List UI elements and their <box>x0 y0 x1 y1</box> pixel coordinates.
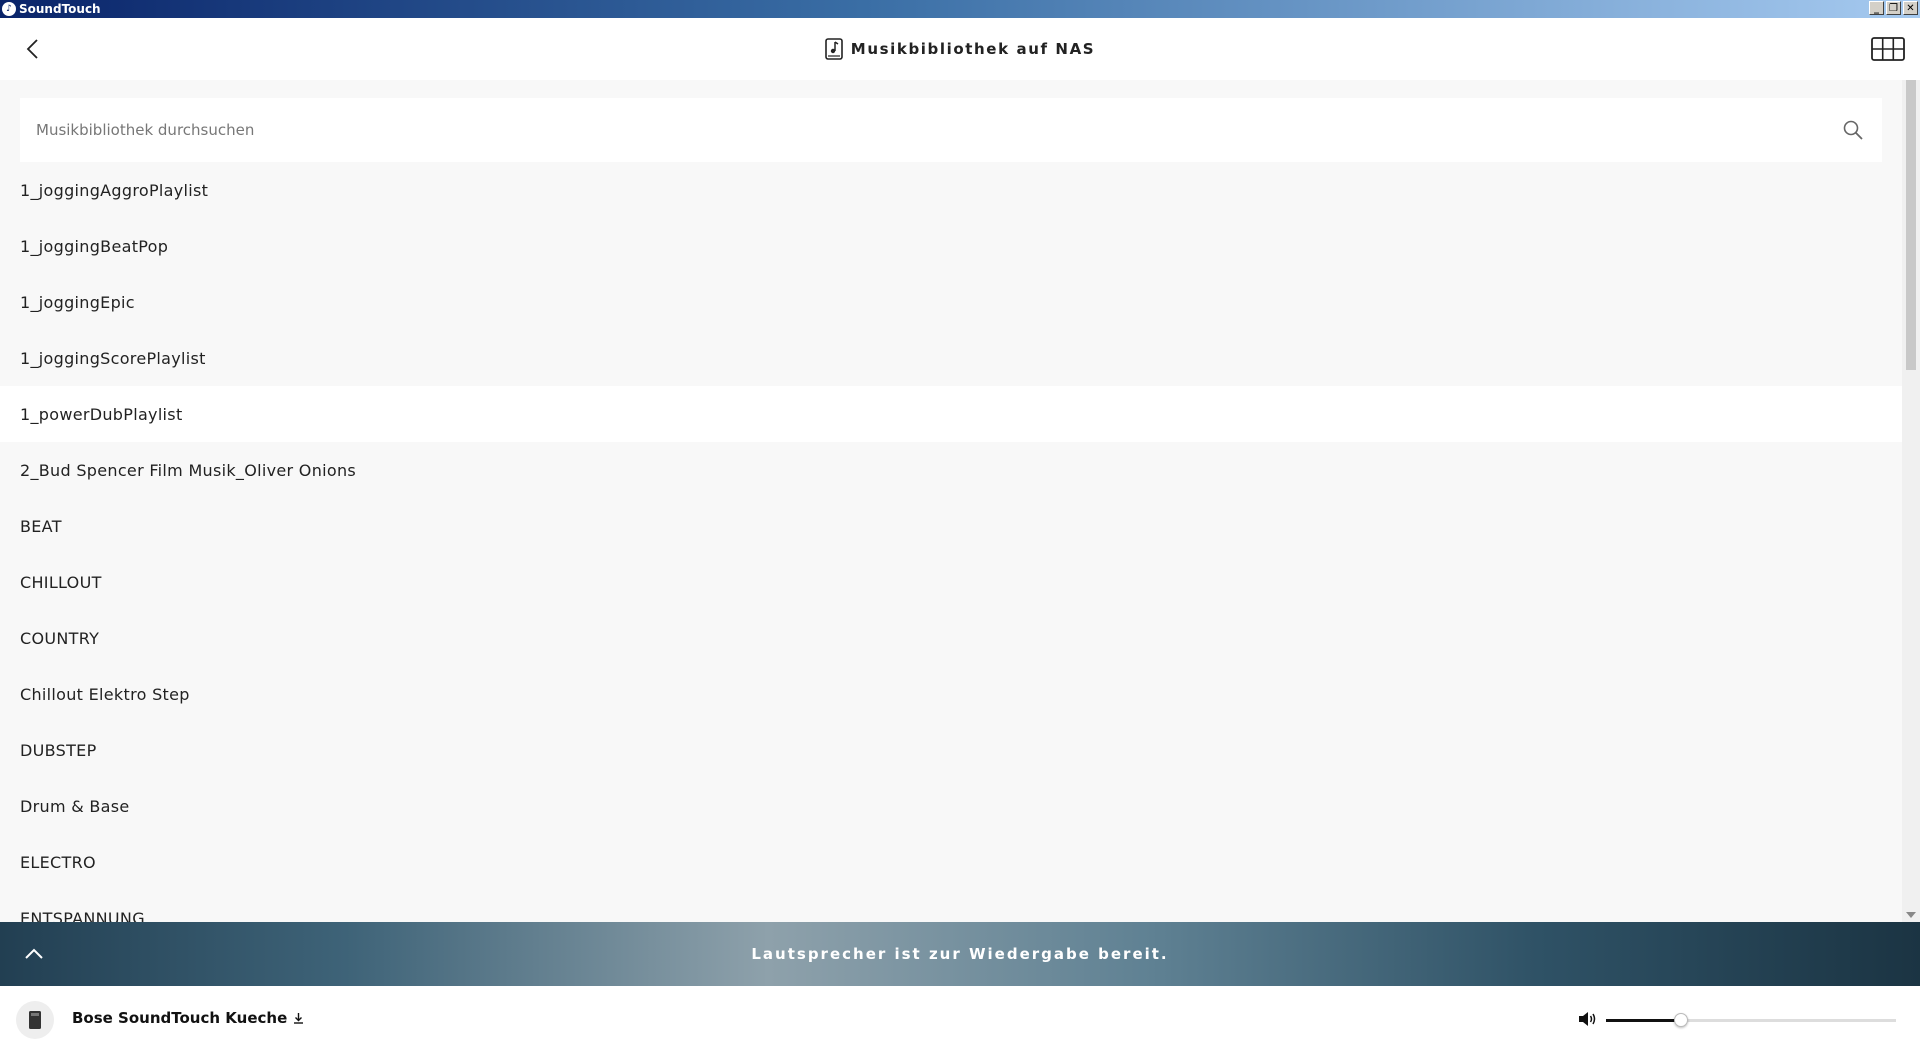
close-button[interactable]: ✕ <box>1903 1 1918 15</box>
volume-slider-fill <box>1606 1019 1682 1022</box>
volume-icon[interactable] <box>1576 1008 1598 1030</box>
device-name: Bose SoundTouch Kueche <box>72 1009 288 1027</box>
download-arrow-icon <box>294 1013 304 1024</box>
status-text: Lautsprecher ist zur Wiedergabe bereit. <box>751 945 1169 963</box>
page-title-text: Musikbibliothek auf NAS <box>850 40 1096 58</box>
search-bar <box>20 98 1882 162</box>
volume-slider-knob[interactable] <box>1674 1013 1689 1027</box>
volume-slider[interactable] <box>1606 1013 1896 1027</box>
app-header: Musikbibliothek auf NAS <box>0 18 1920 80</box>
window-title-bar: ♪ SoundTouch _ ❐ ✕ <box>0 0 1920 18</box>
page-title: Musikbibliothek auf NAS <box>824 38 1096 60</box>
list-item[interactable]: 1_joggingScorePlaylist <box>0 330 1902 386</box>
list-item[interactable]: 1_joggingEpic <box>0 274 1902 330</box>
speaker-icon <box>29 1011 41 1029</box>
scrollbar[interactable] <box>1902 80 1920 922</box>
list-item[interactable]: 1_joggingBeatPop <box>0 218 1902 274</box>
minimize-button[interactable]: _ <box>1869 1 1884 15</box>
scrollbar-thumb[interactable] <box>1906 80 1916 370</box>
list-item[interactable]: 1_powerDubPlaylist <box>0 386 1902 442</box>
window-title: SoundTouch <box>19 2 101 16</box>
status-banner: Lautsprecher ist zur Wiedergabe bereit. <box>0 922 1920 986</box>
app-icon: ♪ <box>2 2 16 16</box>
list-item[interactable]: ELECTRO <box>0 834 1902 890</box>
list-item[interactable]: Drum & Base <box>0 778 1902 834</box>
list-item[interactable]: COUNTRY <box>0 610 1902 666</box>
music-library-icon <box>824 38 843 60</box>
speaker-avatar[interactable] <box>16 1001 54 1039</box>
device-bar: Bose SoundTouch Kueche <box>0 986 1920 1053</box>
list-item[interactable]: DUBSTEP <box>0 722 1902 778</box>
restore-button[interactable]: ❐ <box>1886 1 1901 15</box>
chevron-up-icon[interactable] <box>20 940 48 968</box>
window-controls: _ ❐ ✕ <box>1869 1 1918 15</box>
grid-view-icon[interactable] <box>1870 34 1906 64</box>
library-content: 1_joggingAggroPlaylist 1_joggingBeatPop … <box>0 80 1902 922</box>
search-input[interactable] <box>20 98 1882 162</box>
scroll-down-arrow[interactable] <box>1906 912 1916 918</box>
list-item[interactable]: CHILLOUT <box>0 554 1902 610</box>
device-selector[interactable]: Bose SoundTouch Kueche <box>72 1009 304 1027</box>
list-item[interactable]: 1_joggingAggroPlaylist <box>0 162 1902 218</box>
list-item[interactable]: ENTSPANNUNG <box>0 890 1902 923</box>
list-item[interactable]: 2_Bud Spencer Film Musik_Oliver Onions <box>0 442 1902 498</box>
chevron-left-icon[interactable] <box>18 34 48 64</box>
search-icon[interactable] <box>1842 119 1864 141</box>
list-item[interactable]: BEAT <box>0 498 1902 554</box>
list-item[interactable]: Chillout Elektro Step <box>0 666 1902 722</box>
library-list: 1_joggingAggroPlaylist 1_joggingBeatPop … <box>0 162 1902 922</box>
